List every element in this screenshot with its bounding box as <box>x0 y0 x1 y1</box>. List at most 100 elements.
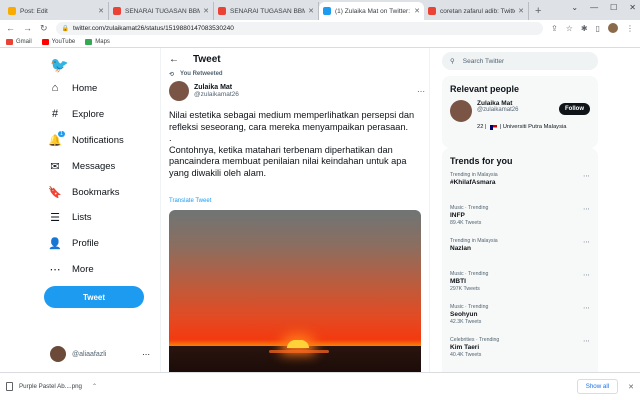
extensions-icon[interactable]: ✱ <box>581 24 588 33</box>
address-bar[interactable]: 🔒 twitter.com/zulaikamat26/status/151988… <box>55 21 544 35</box>
nav-item-home[interactable]: ⌂ Home <box>48 82 98 94</box>
trend-item[interactable]: Trending in Malaysia Nazlan ⋯ <box>442 238 598 271</box>
chevron-down-icon[interactable]: ⌄ <box>571 3 578 12</box>
follow-button[interactable]: Follow <box>559 103 590 115</box>
sidepanel-icon[interactable]: ▯ <box>596 24 600 33</box>
trend-name: Seohyun <box>450 311 478 318</box>
nav-item-more[interactable]: ⋯ More <box>48 263 94 276</box>
account-switcher[interactable]: @aliaafazli ⋯ <box>50 346 150 362</box>
tweet-button[interactable]: Tweet <box>44 286 144 308</box>
back-icon[interactable]: ← <box>6 23 15 33</box>
browser-tab-4[interactable]: coretan zafarul adib: Twitter jc…✕ <box>424 2 529 20</box>
more-icon[interactable]: ⋯ <box>583 337 590 345</box>
twitter-bird-icon[interactable]: 🐦 <box>50 56 69 74</box>
bookmark-gmail[interactable]: Gmail <box>6 38 32 45</box>
kebab-menu-icon[interactable]: ⋮ <box>626 24 634 33</box>
tweet-photo-sunset[interactable] <box>169 210 421 372</box>
search-icon: ⚲ <box>450 58 455 65</box>
more-icon[interactable]: ⋯ <box>583 304 590 312</box>
more-icon[interactable]: ⋯ <box>583 238 590 246</box>
more-icon[interactable]: ⋯ <box>583 271 590 279</box>
show-all-button[interactable]: Show all <box>576 379 619 394</box>
trend-item[interactable]: Trending in Malaysia #KhilafAsmara ⋯ <box>442 172 598 205</box>
bookmark-youtube[interactable]: YouTube <box>41 38 75 45</box>
trend-item[interactable]: Music · Trending MBTI 297K Tweets ⋯ <box>442 271 598 304</box>
photo-glare <box>269 350 329 353</box>
browser-tab-2[interactable]: SENARAI TUGASAN BBM3410…✕ <box>214 2 319 20</box>
trends-panel: Trends for you Trending in Malaysia #Khil… <box>442 148 598 372</box>
hashtag-icon: # <box>51 108 59 120</box>
maximize-icon[interactable]: ☐ <box>610 3 617 12</box>
relevant-person[interactable]: Zulaika Mat @zulaikamat26 Follow <box>442 100 598 122</box>
close-icon[interactable]: ✕ <box>98 7 104 15</box>
nav-item-explore[interactable]: # Explore <box>48 108 104 120</box>
trend-name: Kim Taeri <box>450 344 480 351</box>
more-icon[interactable]: ⋯ <box>583 172 590 180</box>
close-icon[interactable]: ✕ <box>518 7 524 15</box>
close-icon[interactable]: ✕ <box>308 7 314 15</box>
photo-sun <box>287 340 309 348</box>
nav-item-messages[interactable]: ✉ Messages <box>48 160 115 173</box>
trend-item[interactable]: Celebrities · Trending Kim Taeri 40.4K Twe… <box>442 337 598 370</box>
star-icon[interactable]: ☆ <box>566 24 573 33</box>
lock-icon: 🔒 <box>61 25 70 32</box>
close-window-icon[interactable]: ✕ <box>629 3 636 12</box>
avatar <box>50 346 66 362</box>
reload-icon[interactable]: ↻ <box>40 23 48 34</box>
close-icon[interactable]: ✕ <box>414 7 420 15</box>
more-icon[interactable]: ⋯ <box>583 205 590 213</box>
left-navigation: 🐦 ⌂ Home # Explore 🔔 1 Notifications ✉ Messag… <box>40 50 160 372</box>
tab-favicon <box>323 7 331 15</box>
trend-item[interactable]: Music · Trending Seohyun 42.3K Tweets ⋯ <box>442 304 598 337</box>
person-bio: 22 | | Universiti Putra Malaysia <box>477 124 567 130</box>
translate-tweet-link[interactable]: Translate Tweet <box>169 198 211 204</box>
trend-name: MBTI <box>450 278 466 285</box>
trend-list: Trending in Malaysia #KhilafAsmara ⋯ Music … <box>442 172 598 370</box>
trend-name: #KhilafAsmara <box>450 179 496 186</box>
trends-title: Trends for you <box>450 156 513 166</box>
nav-item-lists[interactable]: ☰ Lists <box>48 211 91 224</box>
url-text: twitter.com/zulaikamat26/status/15198801… <box>73 24 234 32</box>
nav-item-profile[interactable]: 👤 Profile <box>48 237 99 250</box>
bookmark-maps[interactable]: Maps <box>85 38 110 45</box>
close-icon[interactable]: ✕ <box>628 383 634 391</box>
tweet-author: Zulaika Mat @zulaikamat26 ⋯ <box>169 81 425 101</box>
search-input[interactable]: ⚲ Search Twitter <box>442 52 598 70</box>
author-name[interactable]: Zulaika Mat <box>194 84 239 91</box>
notification-badge: 1 <box>58 131 65 137</box>
nav-item-notifications[interactable]: 🔔 1 Notifications <box>48 131 124 147</box>
chevron-up-icon[interactable]: ⌃ <box>92 383 97 390</box>
avatar[interactable] <box>169 81 189 101</box>
retweet-context: ⟲ You Retweeted <box>169 71 223 78</box>
browser-tab-0[interactable]: Post: Edit ✕ <box>4 2 109 20</box>
tab-favicon <box>8 7 16 15</box>
bookmarks-bar: Gmail YouTube Maps <box>0 36 640 48</box>
tab-favicon <box>428 7 436 15</box>
house-icon: ⌂ <box>51 82 59 94</box>
window-controls: ⌄ — ☐ ✕ <box>571 3 636 12</box>
nav-item-bookmarks[interactable]: 🔖 Bookmarks <box>48 186 119 199</box>
trend-item[interactable]: Music · Trending INFP 89.4K Tweets ⋯ <box>442 205 598 238</box>
browser-tab-1[interactable]: SENARAI TUGASAN BBM3410…✕ <box>109 2 214 20</box>
trend-context: Music · Trending <box>450 271 489 277</box>
browser-toolbar: ← → ↻ 🔒 twitter.com/zulaikamat26/status/… <box>0 20 640 36</box>
forward-icon[interactable]: → <box>23 23 32 33</box>
profile-avatar[interactable] <box>608 23 618 33</box>
new-tab-icon[interactable]: + <box>535 5 541 17</box>
share-icon[interactable]: ⇪ <box>551 24 558 33</box>
tweet-detail-column: ← Tweet ⟲ You Retweeted Zulaika Mat @zul… <box>160 48 430 372</box>
minimize-icon[interactable]: — <box>590 3 598 12</box>
maps-icon <box>85 38 93 45</box>
download-bar: Purple Pastel Ab....png ⌃ Show all ✕ <box>0 372 640 400</box>
bookmark-icon: 🔖 <box>48 187 62 199</box>
download-filename[interactable]: Purple Pastel Ab....png <box>19 383 82 390</box>
back-arrow-icon[interactable]: ← <box>169 54 179 65</box>
trend-count: 89.4K Tweets <box>450 220 482 226</box>
trend-context: Trending in Malaysia <box>450 238 498 244</box>
more-icon[interactable]: ⋯ <box>417 87 425 96</box>
malaysia-flag-icon <box>489 124 497 130</box>
close-icon[interactable]: ✕ <box>203 7 209 15</box>
browser-tab-3[interactable]: (1) Zulaika Mat on Twitter: "Ni…✕ <box>319 2 424 20</box>
person-icon: 👤 <box>48 238 62 250</box>
author-handle[interactable]: @zulaikamat26 <box>194 91 239 98</box>
